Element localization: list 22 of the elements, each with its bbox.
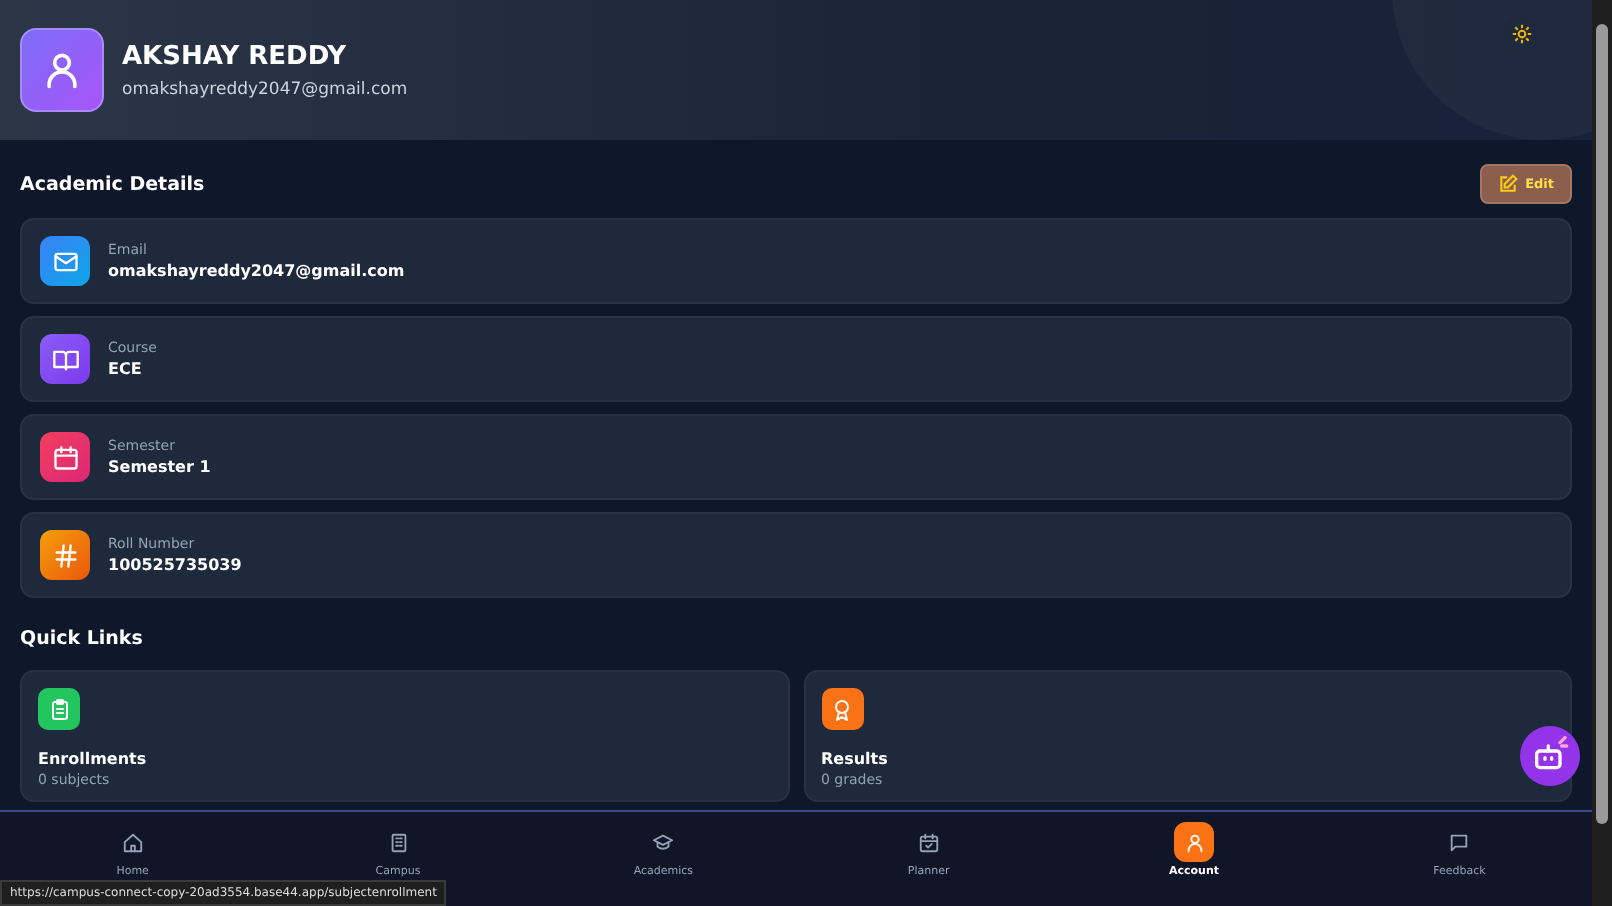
hash-icon (40, 530, 90, 580)
profile-email: omakshayreddy2047@gmail.com (122, 79, 408, 99)
section-title: Quick Links (20, 628, 145, 650)
book-icon (40, 334, 90, 384)
clipboard-icon (38, 688, 80, 730)
envelope-icon (40, 236, 90, 286)
scrollbar[interactable] (1592, 0, 1612, 906)
avatar-icon (20, 28, 104, 112)
profile-name: AKSHAY REDDY (122, 41, 349, 71)
field-value: 100525735039 (108, 556, 242, 574)
link-title: Results (821, 750, 888, 768)
edit-icon (1497, 174, 1518, 194)
theme-toggle-button[interactable] (1504, 16, 1540, 52)
section-title: Academic Details (20, 173, 205, 195)
award-icon (821, 688, 863, 730)
field-value: ECE (108, 360, 144, 378)
field-value: omakshayreddy2047@gmail.com (108, 262, 405, 280)
field-value: Semester 1 (108, 458, 211, 476)
sun-icon (1512, 24, 1532, 44)
calendar-icon (40, 432, 90, 482)
link-title: Enrollments (38, 750, 147, 768)
user-icon (1174, 822, 1215, 862)
